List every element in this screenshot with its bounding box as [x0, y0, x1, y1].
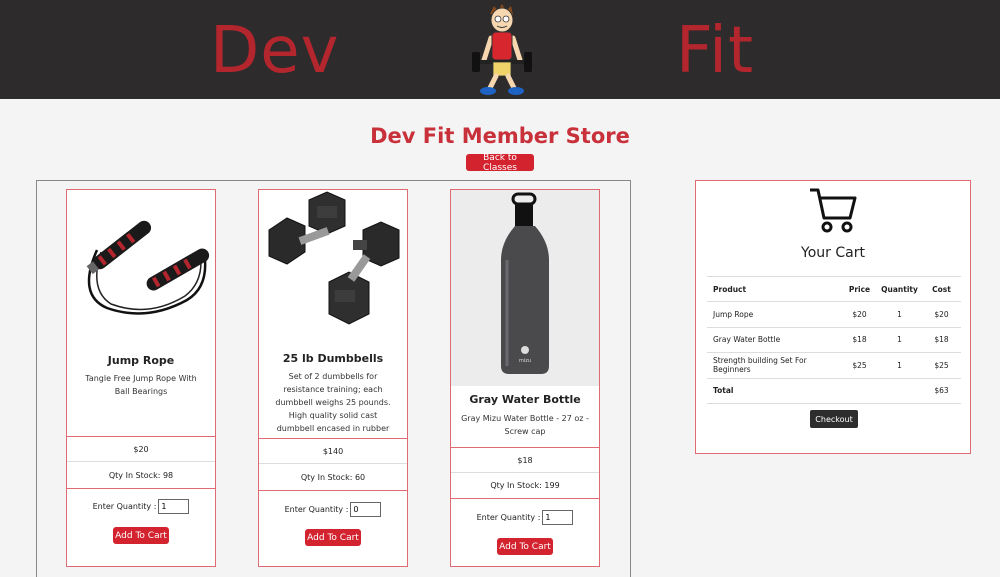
page-title: Dev Fit Member Store: [370, 124, 630, 148]
divider: [67, 488, 215, 489]
column-header: Price: [842, 276, 877, 302]
quantity-row: Enter Quantity :: [259, 500, 407, 518]
table-row: Gray Water Bottle $18 1 $18: [707, 327, 961, 353]
product-description: Tangle Free Jump Rope With Ball Bearings: [85, 374, 197, 396]
add-to-cart-button[interactable]: Add To Cart: [497, 538, 553, 555]
shopping-cart-icon: [810, 188, 857, 233]
cell-cost: $20: [922, 301, 961, 328]
product-name: Jump Rope: [107, 354, 175, 367]
product-description: Set of 2 dumbbells for resistance traini…: [275, 372, 391, 433]
product-stock: Qty In Stock: 199: [451, 472, 599, 498]
quantity-row: Enter Quantity :: [67, 497, 215, 515]
checkout-button[interactable]: Checkout: [810, 410, 858, 428]
quantity-label: Enter Quantity :: [92, 501, 157, 511]
product-name: 25 lb Dumbbells: [282, 352, 384, 365]
product-card-dumbbells: 25 lb Dumbbells Set of 2 dumbbells for r…: [258, 189, 408, 567]
total-value: $63: [922, 378, 961, 404]
cart-table: Product Price Quantity Cost Jump Rope $2…: [707, 276, 961, 404]
weightlifter-mascot-icon: [472, 4, 532, 95]
divider: [451, 498, 599, 499]
back-to-classes-button[interactable]: Back to Classes: [466, 153, 534, 173]
water-bottle-graphic: mizu: [501, 192, 549, 374]
cart-panel: Your Cart Product Price Quantity Cost Ju…: [695, 180, 971, 454]
quantity-input[interactable]: [542, 509, 574, 525]
product-price: $140: [259, 438, 407, 463]
quantity-row: Enter Quantity :: [451, 508, 599, 526]
column-header: Quantity: [877, 276, 922, 302]
table-row: Strength building Set For Beginners $25 …: [707, 352, 961, 379]
product-grid: Jump Rope Tangle Free Jump Rope With Bal…: [36, 180, 631, 577]
table-row: Jump Rope $20 1 $20: [707, 301, 961, 328]
product-stock: Qty In Stock: 60: [259, 463, 407, 490]
bottle-brand-text: mizu: [519, 358, 531, 364]
brand-dev: Dev: [210, 14, 340, 88]
cell-product: Jump Rope: [707, 301, 842, 328]
jump-rope-image: [86, 220, 210, 315]
product-description: Gray Mizu Water Bottle - 27 oz - Screw c…: [461, 414, 589, 436]
cell-price: $18: [842, 327, 877, 353]
cell-cost: $18: [922, 327, 961, 353]
quantity-label: Enter Quantity :: [476, 512, 541, 522]
product-stock: Qty In Stock: 98: [67, 461, 215, 488]
cell-price: $20: [842, 301, 877, 328]
column-header: Cost: [922, 276, 961, 302]
dumbbells-image: [268, 191, 400, 325]
product-price: $20: [67, 436, 215, 461]
cell-quantity: 1: [877, 352, 922, 379]
total-label: Total: [707, 378, 842, 404]
add-to-cart-button[interactable]: Add To Cart: [113, 527, 169, 544]
cell-quantity: 1: [877, 301, 922, 328]
cell-product: Gray Water Bottle: [707, 327, 842, 353]
column-header: Product: [707, 276, 842, 302]
product-card-jump-rope: Jump Rope Tangle Free Jump Rope With Bal…: [66, 189, 216, 567]
quantity-input[interactable]: [350, 501, 382, 517]
divider: [259, 490, 407, 491]
total-row: Total $63: [707, 378, 961, 404]
product-price: $18: [451, 447, 599, 472]
product-name: Gray Water Bottle: [469, 393, 581, 406]
product-card-water-bottle: mizu Gray Water Bottle Gray Mizu Water B…: [450, 189, 600, 567]
water-bottle-image: mizu: [451, 190, 599, 386]
cell-price: $25: [842, 352, 877, 379]
cell-quantity: 1: [877, 327, 922, 353]
quantity-input[interactable]: [158, 498, 190, 514]
cell-cost: $25: [922, 352, 961, 379]
brand-fit: Fit: [676, 14, 755, 88]
site-header: Dev Fit: [0, 0, 1000, 99]
quantity-label: Enter Quantity :: [284, 504, 349, 514]
cart-title: Your Cart: [801, 245, 865, 261]
cell-product: Strength building Set For Beginners: [707, 352, 842, 379]
add-to-cart-button[interactable]: Add To Cart: [305, 529, 361, 546]
